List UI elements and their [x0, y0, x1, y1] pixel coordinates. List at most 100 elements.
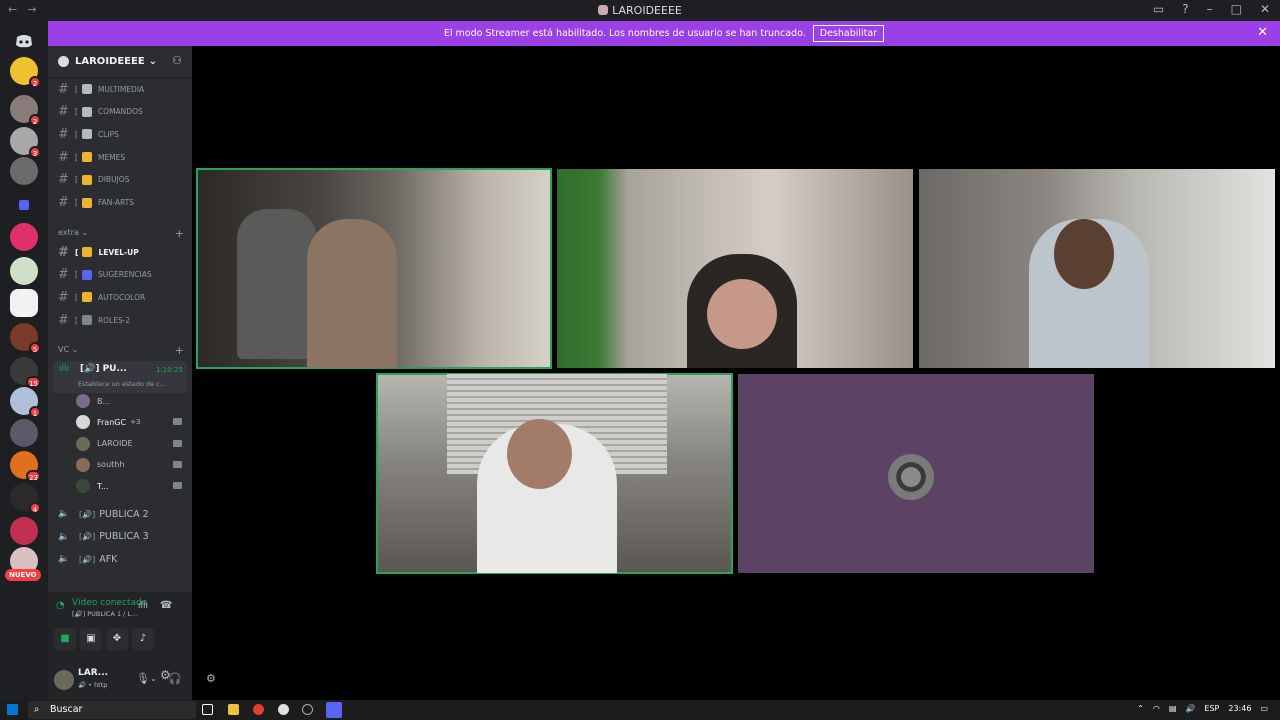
close-icon[interactable]: ✕ — [1257, 25, 1268, 40]
add-channel-icon[interactable]: + — [175, 344, 184, 357]
avatar[interactable] — [54, 670, 74, 690]
active-voice-channel[interactable]: ıllı [🔊] PU... 1:10:25 Establece un esta… — [53, 361, 187, 393]
voice-channel-label[interactable]: [🔊] PUBLICA 1 / L... — [72, 610, 137, 618]
vc-user[interactable]: B... — [76, 391, 184, 411]
gear-icon[interactable]: ⚙ — [160, 668, 171, 682]
server-icon[interactable]: 15 — [10, 357, 41, 388]
close-window-button[interactable]: ✕ — [1260, 2, 1270, 16]
hair-shape — [1054, 219, 1114, 289]
vc-user-name: southh — [97, 460, 125, 470]
server-icon[interactable] — [10, 223, 38, 251]
voice-channel-item[interactable]: 🔈 [🔊] PUBLICA 2 — [58, 504, 186, 524]
vc-user[interactable]: LAROIDE — [76, 434, 184, 454]
notification-icon[interactable]: ▭ — [1260, 704, 1268, 713]
wifi-icon[interactable]: ◠ — [1153, 704, 1160, 713]
channel-emoji-icon — [81, 292, 92, 303]
hash-icon: # — [58, 126, 69, 142]
channel-item[interactable]: # [CLIPS — [58, 124, 186, 144]
server-name: LAROIDEEEE — [75, 56, 145, 67]
maximize-button[interactable]: □ — [1231, 2, 1242, 16]
noise-suppression-icon[interactable]: ıllı — [138, 601, 148, 611]
channel-name: LEVEL-UP — [98, 247, 139, 257]
video-tile[interactable] — [376, 373, 733, 574]
channel-item[interactable]: # [SUGERENCIAS — [58, 265, 186, 285]
server-icon[interactable] — [10, 289, 38, 317]
channel-sidebar: LAROIDEEEE ⌄ ⚇ # [MULTIMEDIA # [COMANDOS # [C… — [48, 46, 216, 700]
voice-channel-item[interactable]: 🔈 [🔊] PUBLICA 3 — [58, 527, 186, 547]
bracket: [ — [75, 292, 78, 302]
channel-item[interactable]: # [FAN-ARTS — [58, 193, 186, 213]
hash-icon: # — [58, 289, 69, 305]
activities-button[interactable]: ✥ — [106, 628, 128, 650]
server-icon[interactable] — [10, 157, 38, 185]
category-extra[interactable]: extra ⌄ + — [58, 227, 184, 240]
file-explorer-icon[interactable] — [228, 704, 239, 715]
vc-user[interactable]: FranGC +3 — [76, 412, 184, 432]
camera-button[interactable]: ■ — [54, 628, 76, 650]
channel-item[interactable]: # [AUTOCOLOR — [58, 287, 186, 307]
network-icon[interactable]: ▤ — [1169, 704, 1177, 713]
server-icon[interactable] — [10, 419, 38, 447]
new-badge[interactable]: NUEVO — [5, 569, 41, 581]
chrome-icon[interactable] — [253, 704, 264, 715]
discord-taskbar-icon[interactable] — [326, 702, 342, 718]
server-icon[interactable]: 5 — [10, 323, 41, 354]
server-icon[interactable]: 4 — [10, 483, 41, 514]
server-icon[interactable] — [10, 257, 38, 285]
channel-item[interactable]: # [ROLES-2 — [58, 310, 186, 330]
channel-item[interactable]: # [DIBUJOS — [58, 170, 186, 190]
voice-channel-item[interactable]: 🔈 [🔊] AFK — [58, 549, 186, 569]
vc-status-text[interactable]: Establece un estado de c... — [78, 380, 166, 388]
call-timer: 1:10:25 — [156, 366, 183, 374]
server-icon[interactable]: 1 — [10, 387, 41, 418]
clock[interactable]: 23:46 — [1228, 704, 1251, 713]
video-tile-avatar[interactable] — [738, 374, 1094, 573]
chevron-up-icon[interactable]: ⌃ — [1137, 704, 1144, 713]
server-rail: 2 2 3 5 15 1 23 4 NUEVO — [0, 21, 48, 700]
windows-start-icon[interactable] — [7, 704, 18, 715]
soundboard-button[interactable]: ♪ — [132, 628, 154, 650]
channel-item[interactable]: # [LEVEL-UP — [58, 242, 186, 262]
channel-item[interactable]: # [COMANDOS — [58, 102, 186, 122]
microphone-icon[interactable]: 🎙 — [136, 672, 150, 685]
bracket: [ — [75, 315, 78, 325]
hash-icon: # — [58, 81, 69, 97]
server-icon[interactable]: 23 — [10, 451, 41, 482]
inbox-icon[interactable]: ▭ — [1153, 2, 1164, 16]
video-tile[interactable] — [919, 169, 1275, 368]
taskbar-search[interactable]: ⌕ Buscar — [28, 701, 196, 719]
app-icon[interactable] — [302, 704, 313, 715]
discord-home-icon[interactable] — [10, 27, 38, 55]
speaker-icon: 🔈 — [58, 531, 70, 542]
camera-icon — [173, 418, 182, 426]
language-indicator[interactable]: ESP — [1204, 704, 1219, 713]
invite-icon[interactable]: ⚇ — [172, 54, 182, 67]
volume-icon[interactable]: 🔊 — [1185, 704, 1195, 713]
vc-user[interactable]: T... — [76, 476, 184, 496]
vc-user[interactable]: southh — [76, 455, 184, 475]
channel-item[interactable]: # [MEMES — [58, 147, 186, 167]
disable-streamer-button[interactable]: Deshabilitar — [812, 25, 885, 42]
server-icon[interactable]: 2 — [10, 57, 41, 88]
minimize-button[interactable]: – — [1207, 2, 1213, 16]
server-icon[interactable]: 3 — [10, 127, 41, 158]
screen-share-button[interactable]: ▣ — [80, 628, 102, 650]
chevron-down-icon[interactable]: ⌄ — [150, 674, 157, 683]
category-vc[interactable]: VC ⌄ + — [58, 344, 184, 357]
server-icon — [598, 5, 609, 15]
folder-icon[interactable] — [10, 191, 38, 219]
task-view-icon[interactable] — [202, 704, 213, 715]
app-icon[interactable] — [278, 704, 289, 715]
add-channel-icon[interactable]: + — [175, 227, 184, 240]
server-header[interactable]: LAROIDEEEE ⌄ ⚇ — [48, 46, 192, 78]
title-bar: ← → LAROIDEEEE ▭ ? – □ ✕ — [0, 0, 1280, 21]
server-icon[interactable]: 2 — [10, 95, 41, 126]
settings-gear-icon[interactable]: ⚙ — [206, 672, 216, 685]
video-tile[interactable] — [557, 169, 913, 368]
video-tile[interactable] — [196, 168, 552, 369]
disconnect-icon[interactable]: ☎ — [160, 600, 172, 611]
channel-item[interactable]: # [MULTIMEDIA — [58, 79, 186, 99]
search-icon: ⌕ — [34, 704, 40, 715]
server-icon[interactable] — [10, 517, 38, 545]
help-icon[interactable]: ? — [1182, 2, 1188, 16]
